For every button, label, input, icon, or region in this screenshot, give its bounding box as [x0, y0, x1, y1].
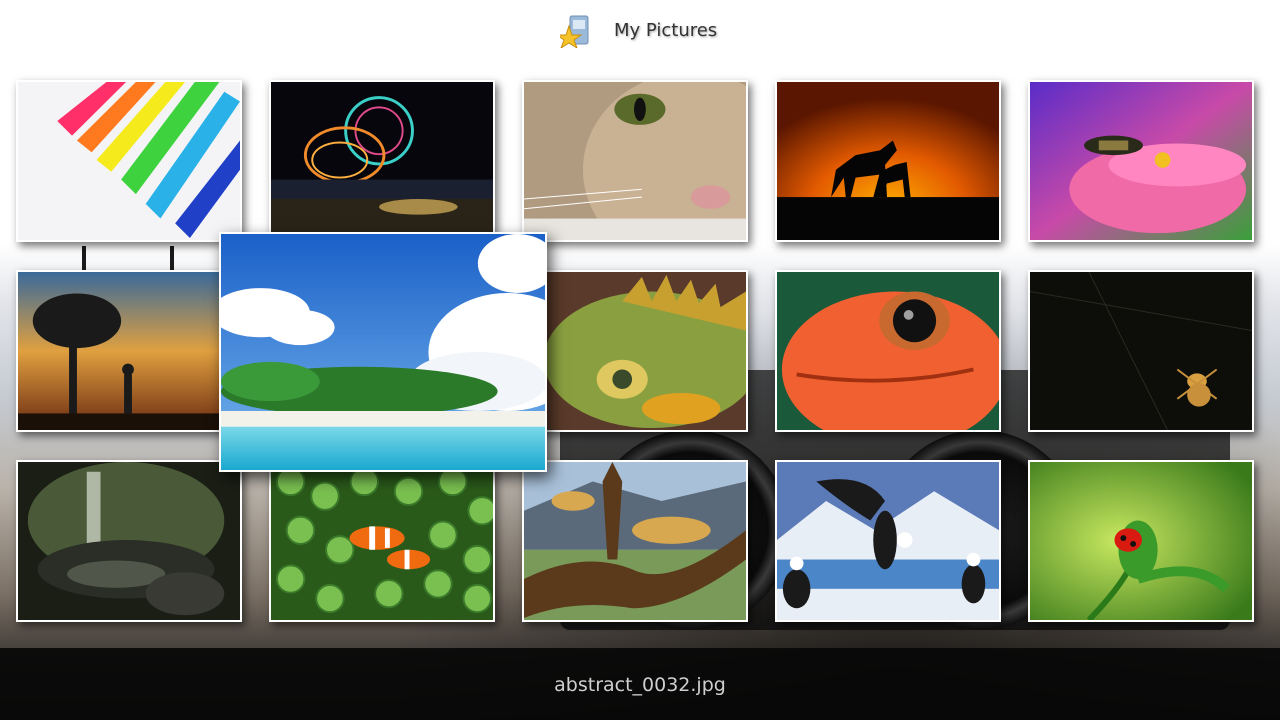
- crayons-thumbnail[interactable]: [16, 80, 242, 242]
- ladybug-thumbnail[interactable]: [1028, 460, 1254, 622]
- cat-thumbnail[interactable]: [522, 80, 748, 242]
- ferris-wheel-thumbnail[interactable]: [269, 80, 495, 242]
- leopard-thumbnail[interactable]: [522, 460, 748, 622]
- spider-thumbnail[interactable]: [1028, 270, 1254, 432]
- tropical-beach-thumbnail[interactable]: [219, 232, 547, 472]
- eagles-thumbnail[interactable]: [775, 460, 1001, 622]
- header: My Pictures: [0, 0, 1280, 62]
- horses-sunset-thumbnail[interactable]: [775, 80, 1001, 242]
- pictures-folder-icon: [555, 14, 592, 50]
- silhouette-tree-thumbnail[interactable]: [16, 270, 242, 432]
- page-title: My Pictures: [614, 20, 718, 41]
- clownfish-thumbnail[interactable]: [269, 460, 495, 622]
- iguana-thumbnail[interactable]: [522, 270, 748, 432]
- frog-thumbnail[interactable]: [775, 270, 1001, 432]
- selected-filename: abstract_0032.jpg: [554, 674, 726, 696]
- waterfall-forest-thumbnail[interactable]: [16, 460, 242, 622]
- bee-flower-thumbnail[interactable]: [1028, 80, 1254, 242]
